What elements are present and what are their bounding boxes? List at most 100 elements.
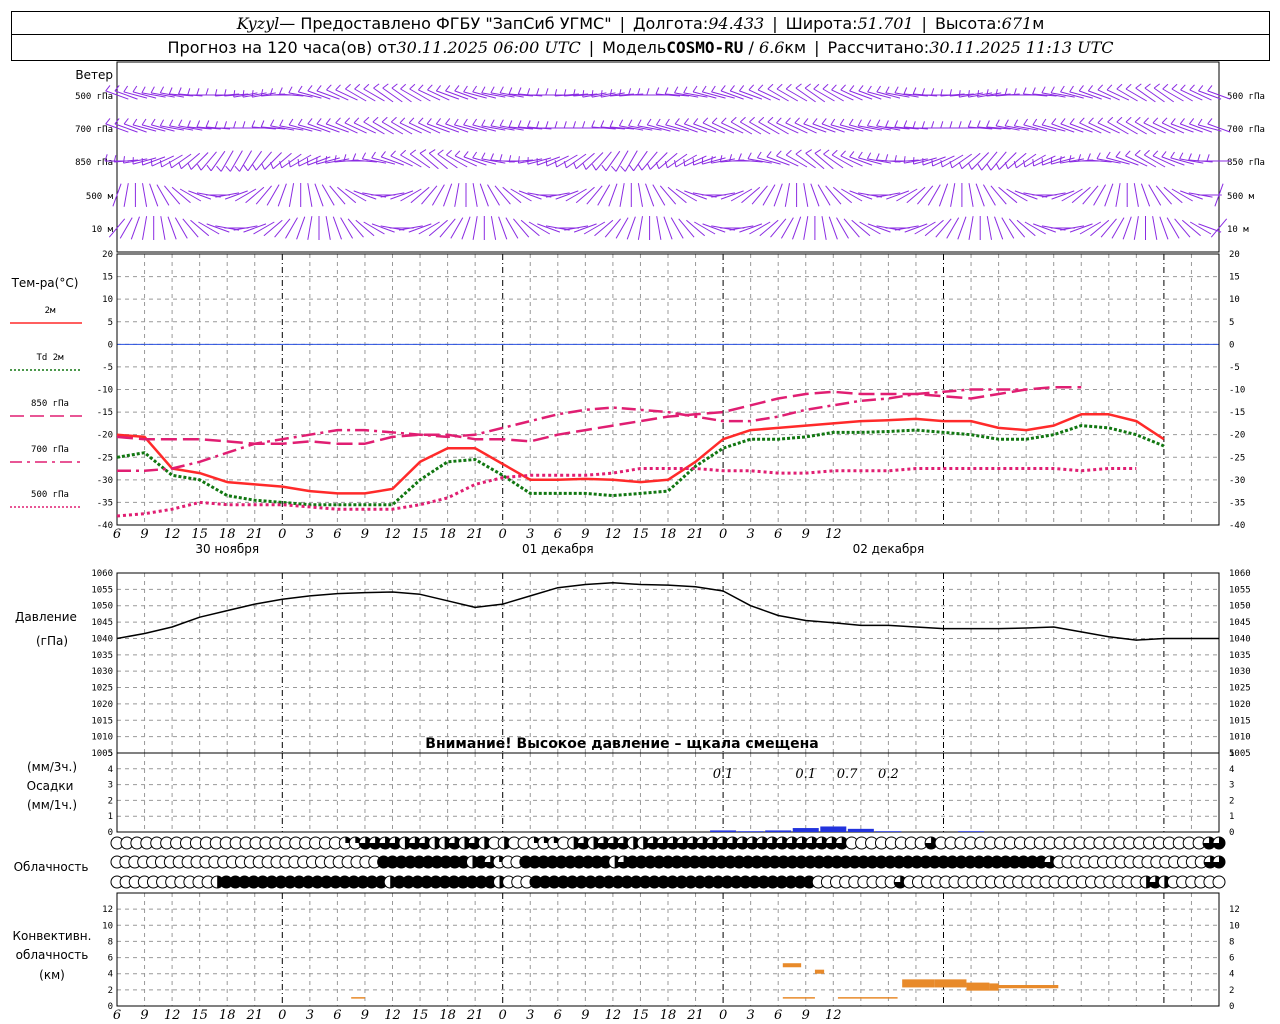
wind-barb-feather (867, 85, 872, 93)
wind-barb (1171, 188, 1193, 202)
precip-bar (737, 831, 764, 832)
hour-tick-top: 0 (499, 527, 507, 542)
wind-barb (296, 216, 306, 240)
wind-barb (721, 122, 744, 134)
wind-barb (597, 184, 611, 206)
wind-barb-feather (361, 152, 367, 160)
wind-barb-feather (1197, 154, 1201, 162)
temp-ytick-left: 0 (108, 340, 113, 350)
precip-ytick-left: 1 (108, 812, 113, 822)
pressure-ytick-right: 1035 (1229, 651, 1251, 661)
wind-barb-feather (756, 151, 762, 159)
wind-barb-feather (823, 149, 830, 155)
convective-ytick-right: 0 (1229, 1002, 1234, 1012)
wind-barb (986, 216, 992, 240)
wind-barb (773, 183, 783, 207)
wind-barb-feather (508, 87, 513, 95)
wind-barb-feather (526, 88, 531, 96)
hour-tick-top: 18 (219, 527, 236, 542)
wind-barb-feather (1051, 118, 1057, 125)
precip-ytick-right: 5 (1229, 749, 1234, 759)
legend-label: 2м (45, 306, 56, 316)
wind-barb-feather (251, 120, 256, 128)
temp-title: Тем-ра(°C) (11, 276, 79, 290)
wind-barb (1116, 121, 1138, 135)
wind-barb-feather (903, 156, 906, 164)
wind-barb-feather (418, 117, 424, 124)
hour-tick-top: 9 (140, 527, 148, 542)
cloud-cover-symbol (1212, 875, 1226, 889)
wind-barb-feather (187, 88, 191, 96)
wind-level-label-right: 500 м (1227, 192, 1255, 202)
wind-barb-feather (803, 118, 809, 125)
wind-barb-feather (785, 149, 792, 156)
wind-barb-feather (1198, 85, 1204, 92)
temp-ytick-right: -30 (1229, 476, 1245, 486)
convective-cloud-bar (782, 963, 802, 968)
wind-barb-feather (785, 83, 792, 90)
temp-ytick-right: 15 (1229, 273, 1240, 283)
wind-barb (472, 183, 478, 207)
precip-value-label: 0.1 (713, 767, 734, 782)
wind-barb-feather (545, 159, 548, 167)
wind-barb-feather (977, 90, 980, 98)
wind-barb-feather (720, 85, 726, 92)
wind-barb-feather (242, 90, 245, 98)
wind-barb (156, 184, 170, 206)
wind-barb-feather (563, 121, 567, 129)
wind-barb (1115, 183, 1121, 207)
date-label: 01 декабря (522, 542, 594, 556)
hour-tick-top: 18 (439, 527, 456, 542)
wind-barb-feather (372, 116, 379, 123)
wind-barb-feather (325, 156, 328, 164)
wind-barb-feather (977, 120, 981, 128)
wind-barb-feather (363, 83, 370, 90)
pressure-ytick-right: 1020 (1229, 700, 1251, 710)
wind-barb (1140, 183, 1151, 207)
convective-unit: (км) (39, 968, 65, 982)
wind-barb-feather (463, 118, 468, 126)
wind-barb-feather (1125, 116, 1132, 123)
wind-barb (817, 184, 831, 206)
wind-barb (1133, 183, 1139, 207)
wind-barb (1162, 88, 1184, 102)
temp-ytick-left: -35 (97, 498, 113, 508)
wind-barb (419, 152, 439, 170)
wind-barb-feather (1059, 156, 1062, 164)
wind-barb-feather (711, 85, 716, 93)
wind-barb-feather (150, 86, 155, 94)
legend-label: 850 гПа (31, 399, 69, 409)
wind-barb-feather (1189, 84, 1195, 91)
wind-barb-feather (1161, 117, 1168, 124)
wind-barb-feather (428, 149, 436, 154)
wind-barb-feather (435, 85, 441, 92)
wind-barb-feather (288, 160, 291, 168)
hour-tick-top: 15 (632, 527, 649, 542)
wind-barb (179, 188, 202, 202)
wind-barb-feather (390, 116, 397, 123)
pressure-ytick-right: 1050 (1229, 602, 1251, 612)
pressure-ytick-left: 1050 (91, 602, 113, 612)
wind-barb-feather (1125, 83, 1132, 90)
convective-cloud-bar (902, 979, 935, 988)
wind-barb-feather (517, 87, 522, 95)
hour-tick-bottom: 21 (245, 1008, 263, 1023)
wind-barb (264, 152, 282, 170)
wind-barb (1143, 122, 1166, 134)
wind-barb-feather (857, 119, 862, 127)
pressure-ytick-left: 1045 (91, 618, 113, 628)
temp-ytick-left: 15 (102, 273, 113, 283)
wind-barb-feather (739, 85, 745, 92)
precip-ytick-left: 0 (108, 828, 113, 838)
pressure-ytick-right: 1055 (1229, 585, 1251, 595)
convective-ytick-right: 6 (1229, 954, 1234, 964)
wind-barb-feather (1041, 118, 1047, 126)
hour-tick-top: 9 (802, 527, 810, 542)
wind-barb (994, 216, 1004, 240)
hour-tick-top: 21 (245, 527, 263, 542)
wind-barb (762, 184, 776, 206)
wind-barb-feather (206, 164, 212, 172)
wind-barb (1133, 216, 1139, 240)
wind-barb-feather (270, 162, 274, 169)
wind-barb (505, 217, 519, 239)
